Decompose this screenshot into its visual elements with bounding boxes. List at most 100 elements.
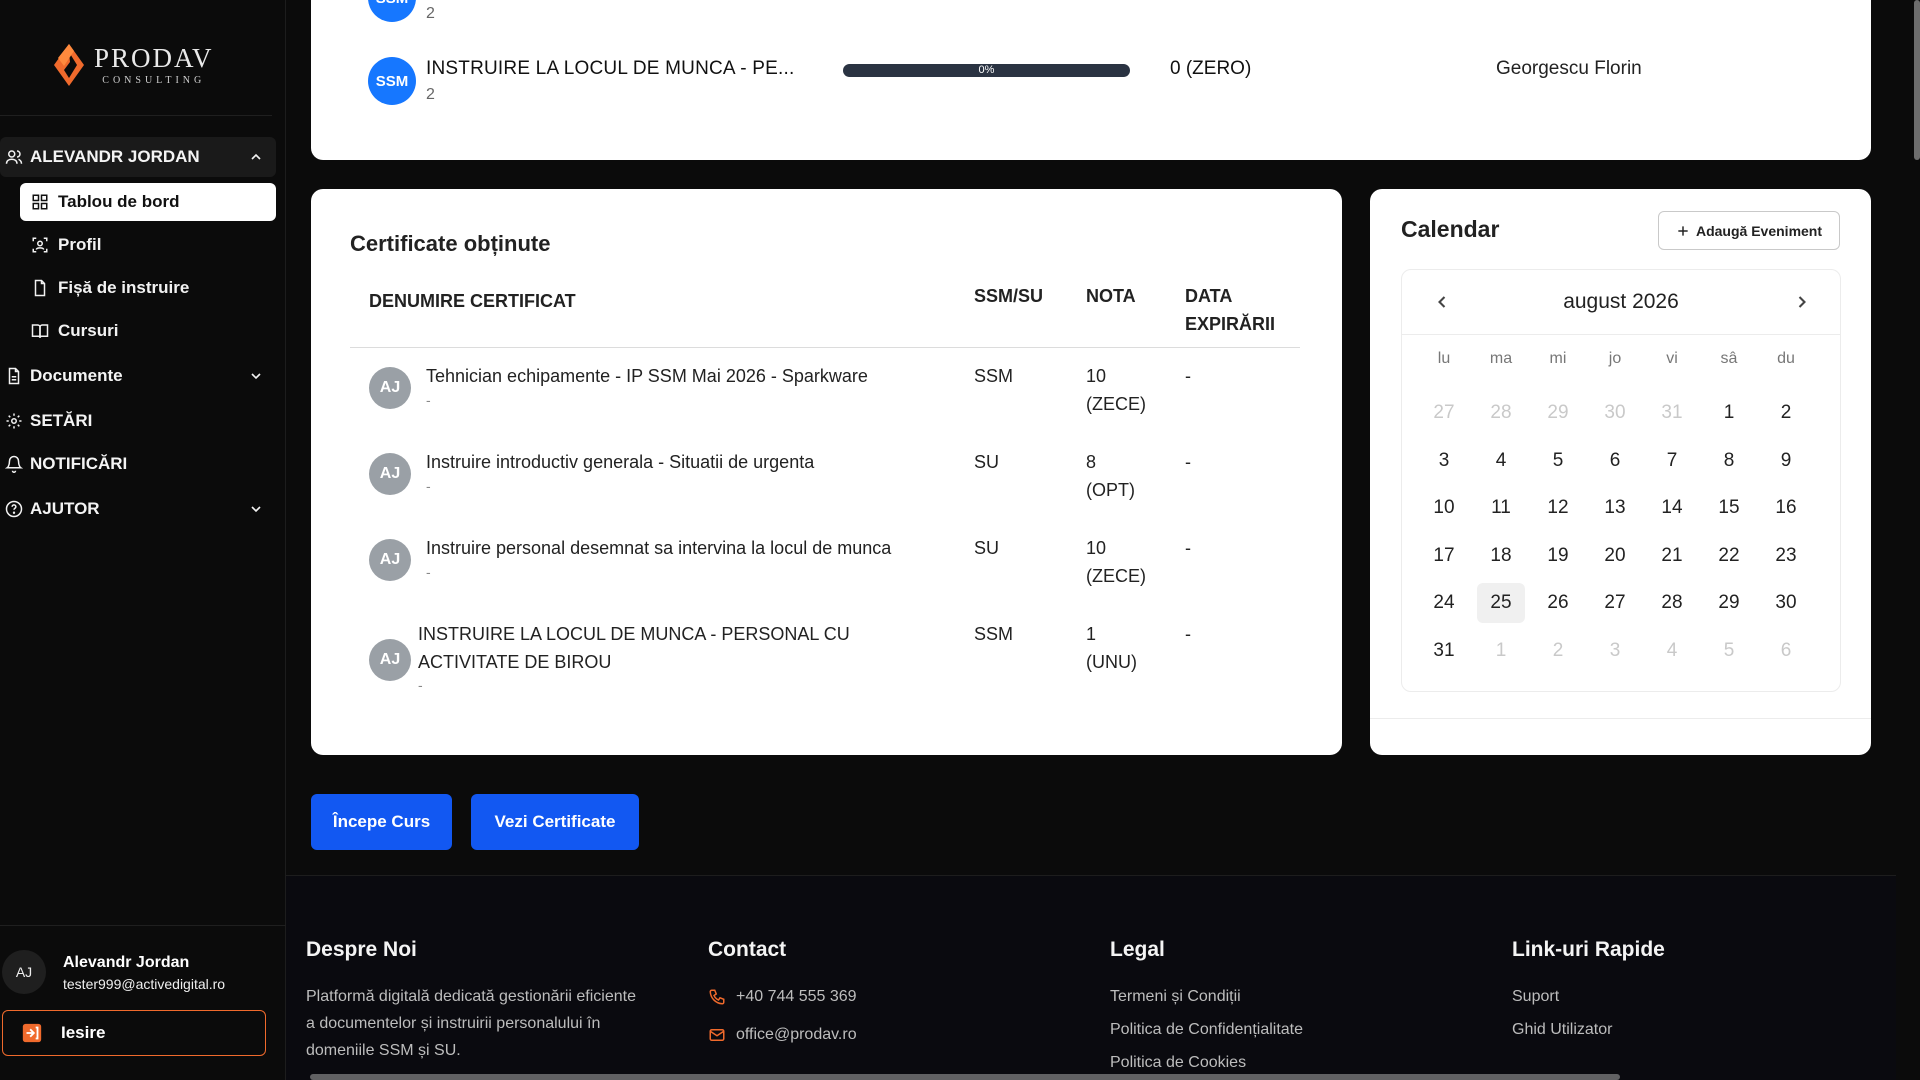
sidebar-section-documents[interactable]: Documente — [0, 356, 276, 396]
brand-sub: CONSULTING — [102, 74, 206, 86]
grade-number: 10 — [1086, 538, 1107, 558]
calendar-day[interactable]: 31 — [1420, 631, 1468, 671]
sidebar-section-label: Documente — [30, 366, 123, 385]
calendar-day[interactable]: 12 — [1534, 488, 1582, 528]
footer-link-user-guide[interactable]: Ghid Utilizator — [1512, 1021, 1612, 1039]
calendar-day[interactable]: 11 — [1477, 488, 1525, 528]
book-icon — [30, 321, 50, 341]
certificates-card: Certificate obținute DENUMIRE CERTIFICAT… — [311, 189, 1342, 755]
calendar-widget: august 2026 lu ma mi jo vi sâ du 27 28 29 30 31 1 2 3 4… — [1401, 269, 1841, 692]
course-sub: 2 — [426, 86, 435, 103]
divider — [1370, 718, 1871, 719]
help-icon — [4, 499, 24, 519]
footer-phone-link[interactable]: +40 744 555 369 — [736, 988, 857, 1006]
sidebar-item-courses[interactable]: Cursuri — [20, 312, 276, 350]
sidebar-item-dashboard[interactable]: Tablou de bord — [20, 183, 276, 221]
certificate-grade: 10 (ZECE) — [1086, 362, 1146, 418]
calendar-day[interactable]: 23 — [1762, 536, 1810, 576]
calendar-day[interactable]: 7 — [1648, 441, 1696, 481]
calendar-day[interactable]: 13 — [1591, 488, 1639, 528]
certificate-name: INSTRUIRE LA LOCUL DE MUNCA - PERSONAL C… — [418, 620, 850, 676]
certificate-name-line1: INSTRUIRE LA LOCUL DE MUNCA - PERSONAL C… — [418, 624, 850, 644]
calendar-day[interactable]: 18 — [1477, 536, 1525, 576]
calendar-day[interactable]: 28 — [1477, 393, 1525, 433]
sidebar-item-label: Fișă de instruire — [58, 278, 190, 297]
calendar-day[interactable]: 30 — [1591, 393, 1639, 433]
add-event-button[interactable]: Adaugă Eveniment — [1658, 211, 1840, 250]
calendar-day[interactable]: 3 — [1591, 631, 1639, 671]
chevron-right-icon[interactable] — [1792, 292, 1812, 312]
profile-scan-icon — [30, 235, 50, 255]
footer-link-support[interactable]: Suport — [1512, 988, 1559, 1006]
calendar-day[interactable]: 19 — [1534, 536, 1582, 576]
calendar-day[interactable]: 6 — [1762, 631, 1810, 671]
column-header-expiry: DATA EXPIRĂRII — [1185, 282, 1275, 338]
footer-link-terms[interactable]: Termeni și Condiții — [1110, 988, 1241, 1006]
calendar-day[interactable]: 14 — [1648, 488, 1696, 528]
calendar-day[interactable]: 25 — [1477, 583, 1525, 623]
calendar-day[interactable]: 9 — [1762, 441, 1810, 481]
calendar-day[interactable]: 27 — [1591, 583, 1639, 623]
calendar-day[interactable]: 17 — [1420, 536, 1468, 576]
footer-link-cookies[interactable]: Politica de Cookies — [1110, 1054, 1246, 1072]
calendar-day[interactable]: 2 — [1534, 631, 1582, 671]
calendar-day[interactable]: 6 — [1591, 441, 1639, 481]
sidebar-section-help[interactable]: AJUTOR — [0, 489, 276, 529]
calendar-day[interactable]: 24 — [1420, 583, 1468, 623]
footer-link-privacy[interactable]: Politica de Confidențialitate — [1110, 1021, 1303, 1039]
view-certificates-button[interactable]: Vezi Certificate — [471, 794, 639, 850]
calendar-day[interactable]: 29 — [1534, 393, 1582, 433]
sidebar-section-notifications[interactable]: NOTIFICĂRI — [0, 444, 276, 484]
calendar-day[interactable]: 4 — [1648, 631, 1696, 671]
course-progress-bar: 0% — [843, 64, 1130, 77]
calendar-day[interactable]: 22 — [1705, 536, 1753, 576]
sidebar-section-label: SETĂRI — [30, 411, 93, 430]
certificate-name-line2: ACTIVITATE DE BIROU — [418, 652, 612, 672]
certificate-type: SU — [974, 538, 1000, 558]
brand-logo[interactable]: PRODAV CONSULTING — [52, 42, 214, 88]
vertical-scrollbar[interactable] — [1914, 0, 1920, 160]
footer-legal-title: Legal — [1110, 938, 1165, 961]
calendar-day[interactable]: 8 — [1705, 441, 1753, 481]
calendar-day[interactable]: 30 — [1762, 583, 1810, 623]
calendar-day[interactable]: 1 — [1705, 393, 1753, 433]
certificate-name: Instruire introductiv generala - Situati… — [426, 452, 815, 472]
course-badge: SSM — [368, 0, 416, 22]
horizontal-scrollbar[interactable] — [310, 1074, 1620, 1080]
phone-icon — [709, 989, 725, 1005]
certificate-grade: 1 (UNU) — [1086, 620, 1137, 676]
certificate-type: SSM — [974, 366, 1014, 386]
calendar-day[interactable]: 27 — [1420, 393, 1468, 433]
calendar-day[interactable]: 3 — [1420, 441, 1468, 481]
sidebar-user-section[interactable]: ALEVANDR JORDAN — [0, 137, 276, 177]
divider — [0, 115, 272, 116]
footer-email-link[interactable]: office@prodav.ro — [736, 1026, 857, 1044]
calendar-day[interactable]: 20 — [1591, 536, 1639, 576]
weekday-label: ma — [1489, 350, 1513, 367]
chevron-down-icon — [251, 373, 261, 380]
calendar-day[interactable]: 5 — [1705, 631, 1753, 671]
logout-button[interactable]: Iesire — [2, 1010, 266, 1056]
calendar-day[interactable]: 16 — [1762, 488, 1810, 528]
calendar-day[interactable]: 4 — [1477, 441, 1525, 481]
calendar-day[interactable]: 28 — [1648, 583, 1696, 623]
course-title[interactable]: INSTRUIRE LA LOCUL DE MUNCA - PE... — [426, 58, 794, 80]
calendar-day[interactable]: 10 — [1420, 488, 1468, 528]
calendar-day[interactable]: 5 — [1534, 441, 1582, 481]
sidebar-item-training-sheet[interactable]: Fișă de instruire — [20, 269, 276, 307]
grade-words: (ZECE) — [1086, 394, 1146, 414]
file-icon — [30, 278, 50, 298]
start-course-button[interactable]: Începe Curs — [311, 794, 452, 850]
calendar-day[interactable]: 1 — [1477, 631, 1525, 671]
certificate-grade: 8 (OPT) — [1086, 448, 1135, 504]
sidebar-section-settings[interactable]: SETĂRI — [0, 401, 276, 441]
calendar-day[interactable]: 29 — [1705, 583, 1753, 623]
calendar-day[interactable]: 15 — [1705, 488, 1753, 528]
calendar-day[interactable]: 31 — [1648, 393, 1696, 433]
calendar-day[interactable]: 2 — [1762, 393, 1810, 433]
calendar-day[interactable]: 26 — [1534, 583, 1582, 623]
sidebar-item-profile[interactable]: Profil — [20, 226, 276, 264]
user-card[interactable]: AJ Alevandr Jordan tester999@activedigit… — [0, 925, 286, 1005]
dashboard-icon — [30, 192, 50, 212]
calendar-day[interactable]: 21 — [1648, 536, 1696, 576]
